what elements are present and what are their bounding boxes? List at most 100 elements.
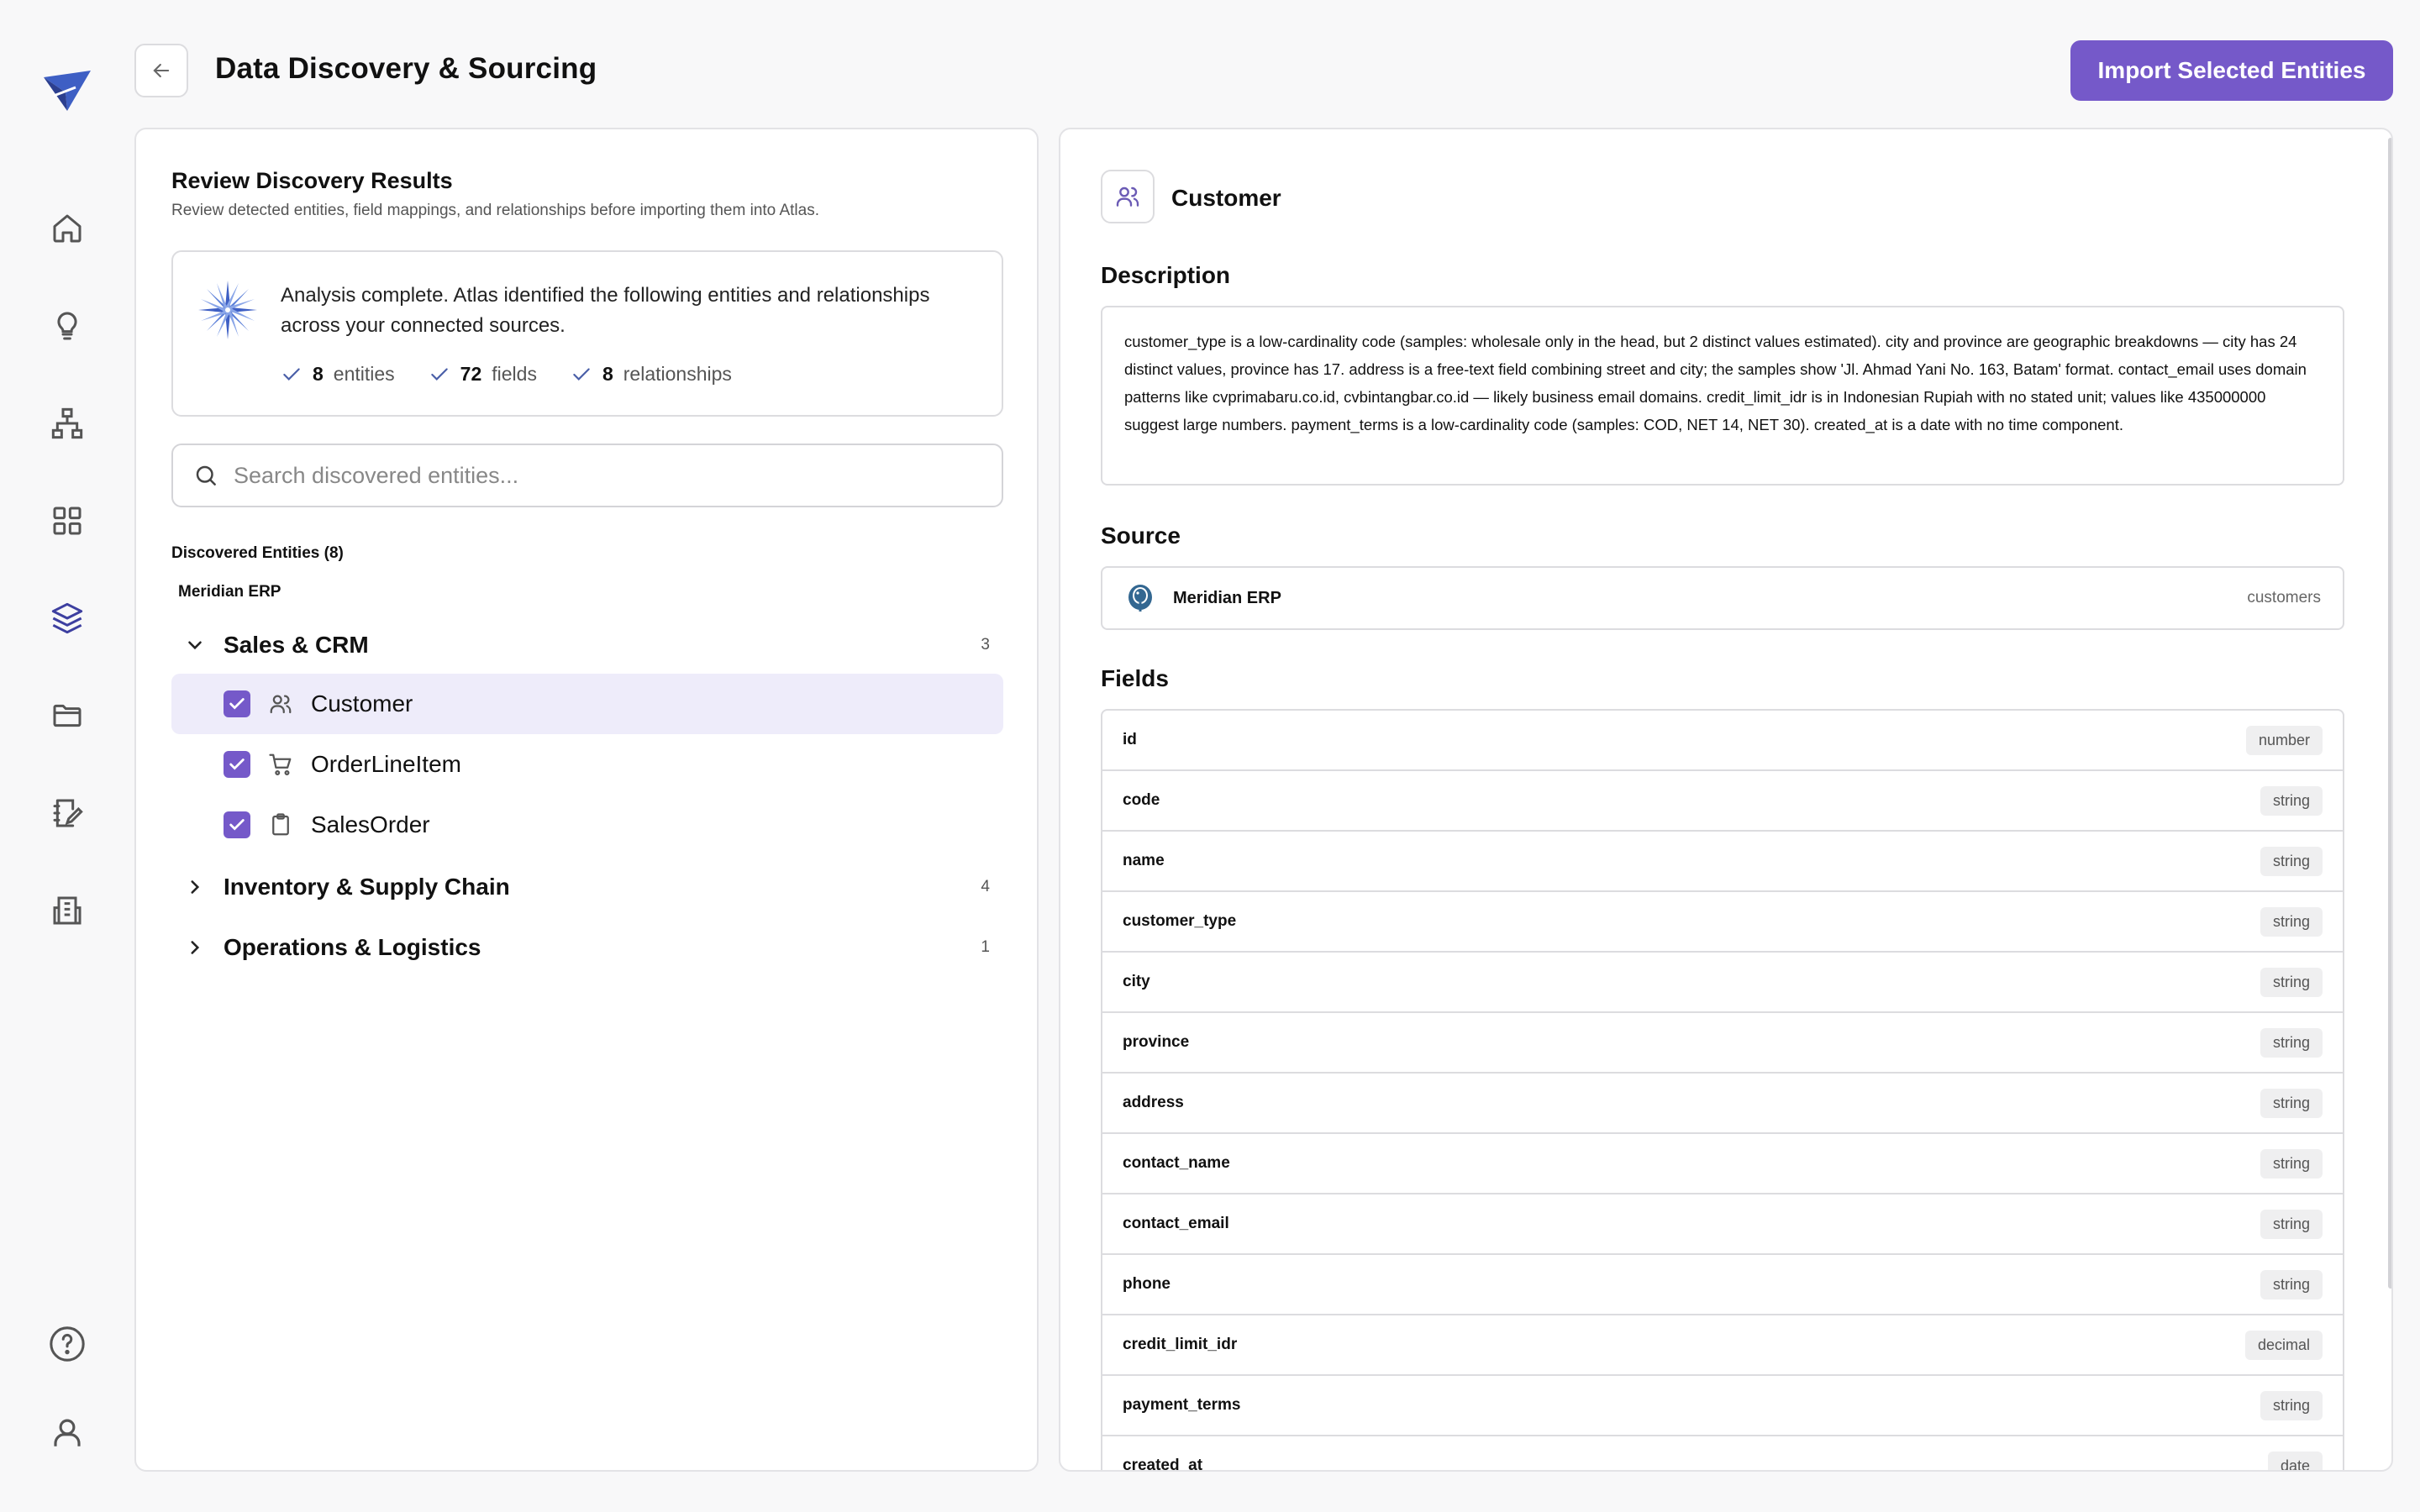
field-row[interactable]: contact_name string	[1102, 1134, 2343, 1194]
group-name: Sales & CRM	[224, 632, 369, 658]
entity-row-orderlineitem[interactable]: OrderLineItem	[171, 734, 1003, 795]
search-icon	[196, 465, 216, 486]
entity-detail-panel: Customer Description customer_type is a …	[1059, 128, 2393, 1472]
field-name: code	[1123, 791, 1160, 809]
logo-icon[interactable]	[42, 69, 92, 113]
folder-icon[interactable]	[47, 696, 87, 736]
discovery-results-panel: Review Discovery Results Review detected…	[134, 128, 1039, 1472]
user-icon[interactable]	[47, 1413, 87, 1453]
description-text: customer_type is a low-cardinality code …	[1101, 306, 2344, 486]
discovered-entities-label: Discovered Entities (8)	[171, 544, 344, 562]
field-name: credit_limit_idr	[1123, 1336, 1238, 1353]
field-name: created_at	[1123, 1457, 1203, 1472]
field-type-badge: number	[2245, 725, 2323, 755]
help-icon[interactable]	[47, 1324, 87, 1364]
entity-checkbox[interactable]	[224, 811, 250, 838]
analysis-message: Analysis complete. Atlas identified the …	[281, 284, 930, 337]
panel-title: Review Discovery Results	[171, 168, 453, 193]
field-type-badge: string	[2260, 1148, 2323, 1179]
stat-entities: 8 entities	[281, 363, 395, 386]
field-row[interactable]: code string	[1102, 771, 2343, 832]
field-type-badge: string	[2260, 906, 2323, 937]
detail-scrollbar[interactable]	[2388, 138, 2391, 1289]
check-icon	[283, 367, 300, 381]
group-name: Operations & Logistics	[224, 934, 481, 960]
field-name: province	[1123, 1033, 1190, 1051]
group-count: 4	[981, 878, 990, 895]
check-icon	[229, 819, 245, 831]
check-icon	[229, 759, 245, 770]
group-operations-logistics[interactable]: Operations & Logistics 1	[171, 922, 1003, 973]
import-selected-entities-button[interactable]: Import Selected Entities	[2070, 40, 2393, 101]
fields-heading: Fields	[1101, 665, 1169, 691]
chevron-right-icon	[178, 876, 212, 898]
postgres-icon	[1124, 582, 1156, 614]
source-heading: Source	[1101, 522, 1181, 549]
stat-count: 8	[313, 363, 324, 385]
left-rail	[0, 0, 134, 1512]
entity-name: Customer	[311, 690, 413, 717]
field-name: payment_terms	[1123, 1396, 1241, 1414]
field-row[interactable]: payment_terms string	[1102, 1376, 2343, 1436]
check-icon	[430, 367, 448, 381]
layers-icon[interactable]	[47, 598, 87, 638]
entity-search[interactable]	[171, 444, 1003, 507]
field-row[interactable]: name string	[1102, 832, 2343, 892]
source-table: customers	[2247, 589, 2321, 606]
field-type-badge: string	[2260, 1088, 2323, 1118]
field-row[interactable]: created_at date	[1102, 1436, 2343, 1472]
field-type-badge: string	[2260, 967, 2323, 997]
lightbulb-icon[interactable]	[47, 306, 87, 346]
field-name: id	[1123, 731, 1137, 748]
field-row[interactable]: contact_email string	[1102, 1194, 2343, 1255]
source-name: Meridian ERP	[1173, 588, 1281, 607]
field-row[interactable]: credit_limit_idr decimal	[1102, 1315, 2343, 1376]
panel-subtitle: Review detected entities, field mappings…	[171, 202, 819, 219]
field-type-badge: decimal	[2244, 1330, 2323, 1360]
entity-row-customer[interactable]: Customer	[171, 674, 1003, 734]
field-row[interactable]: address string	[1102, 1074, 2343, 1134]
stat-count: 72	[460, 363, 482, 385]
field-name: address	[1123, 1094, 1184, 1111]
hierarchy-icon[interactable]	[47, 403, 87, 444]
field-row[interactable]: customer_type string	[1102, 892, 2343, 953]
entity-row-salesorder[interactable]: SalesOrder	[171, 795, 1003, 855]
clipboard-icon	[267, 812, 294, 837]
arrow-left-icon	[153, 63, 170, 78]
field-name: contact_email	[1123, 1215, 1229, 1232]
group-count: 3	[981, 636, 990, 654]
field-type-badge: string	[2260, 1390, 2323, 1420]
stat-label: fields	[492, 363, 537, 385]
stat-fields: 72 fields	[429, 363, 537, 386]
cart-icon	[267, 752, 294, 777]
notes-icon[interactable]	[47, 793, 87, 833]
search-input[interactable]	[234, 462, 973, 489]
stat-relationships: 8 relationships	[571, 363, 732, 386]
field-row[interactable]: city string	[1102, 953, 2343, 1013]
back-button[interactable]	[134, 44, 188, 97]
home-icon[interactable]	[47, 208, 87, 249]
field-type-badge: date	[2267, 1451, 2323, 1470]
users-icon	[1101, 170, 1155, 223]
check-icon	[573, 367, 590, 381]
group-count: 1	[981, 938, 990, 956]
stat-count: 8	[602, 363, 613, 385]
field-row[interactable]: phone string	[1102, 1255, 2343, 1315]
field-type-badge: string	[2260, 1027, 2323, 1058]
group-inventory-supply-chain[interactable]: Inventory & Supply Chain 4	[171, 862, 1003, 912]
stat-label: relationships	[623, 363, 732, 385]
source-group-label: Meridian ERP	[178, 583, 281, 601]
entity-checkbox[interactable]	[224, 751, 250, 778]
analysis-summary: Analysis complete. Atlas identified the …	[171, 250, 1003, 417]
field-row[interactable]: province string	[1102, 1013, 2343, 1074]
field-name: customer_type	[1123, 912, 1237, 930]
source-row: Meridian ERP customers	[1101, 566, 2344, 630]
grid-icon[interactable]	[47, 501, 87, 541]
field-row[interactable]: id number	[1102, 711, 2343, 771]
field-type-badge: string	[2260, 1209, 2323, 1239]
group-name: Inventory & Supply Chain	[224, 874, 510, 900]
entity-checkbox[interactable]	[224, 690, 250, 717]
group-sales-crm[interactable]: Sales & CRM 3	[171, 620, 1003, 670]
building-icon[interactable]	[47, 890, 87, 931]
users-icon	[267, 691, 294, 717]
